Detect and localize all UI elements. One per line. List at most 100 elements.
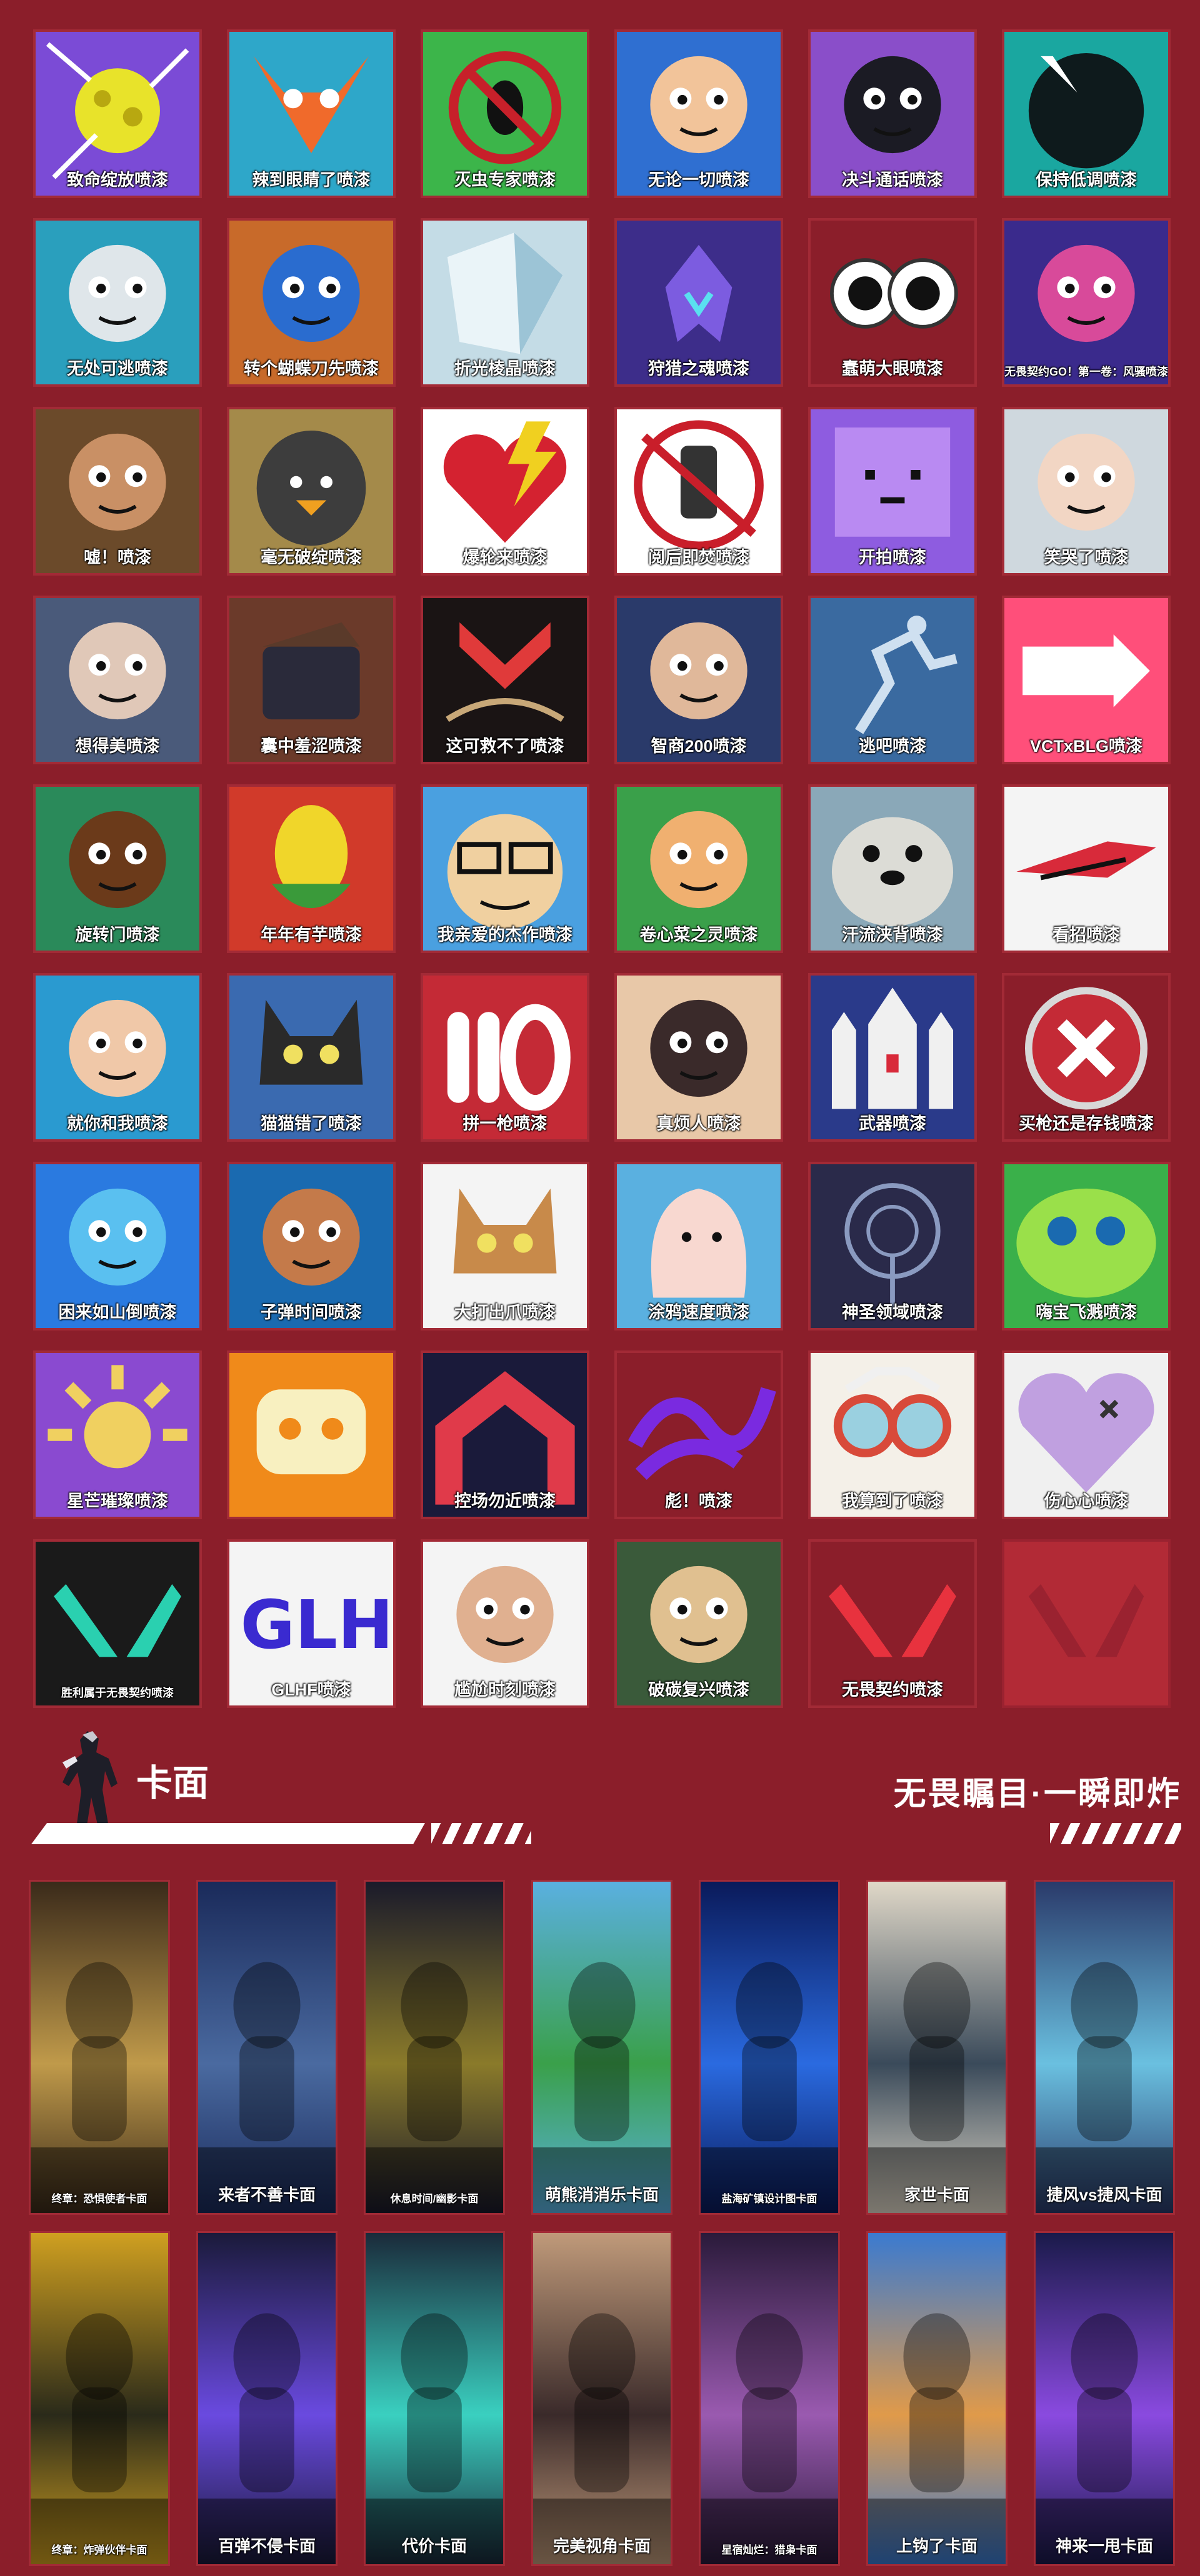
- spray-tile[interactable]: 大打出爪喷漆: [421, 1162, 589, 1330]
- spray-label: 子弹时间喷漆: [261, 1303, 362, 1322]
- section-slogan: 无畏瞩目·一瞬即炸: [893, 1776, 1181, 1812]
- spray-label: 看招喷漆: [1052, 926, 1120, 944]
- spray-tile[interactable]: 伤心心喷漆: [1002, 1350, 1171, 1519]
- card-label: 星宿灿烂：猎枭卡面: [721, 2544, 818, 2556]
- spray-tile[interactable]: 拼一枪喷漆: [421, 973, 589, 1142]
- spray-tile[interactable]: 尴尬时刻喷漆: [421, 1539, 589, 1708]
- spray-tile[interactable]: 这可救不了喷漆: [421, 596, 589, 764]
- player-card[interactable]: 终章：恐惧使者卡面: [29, 1880, 170, 2215]
- spray-label: 想得美喷漆: [75, 737, 160, 756]
- spray-tile[interactable]: 无处可逃喷漆: [33, 218, 202, 387]
- spray-label: 胜利属于无畏契约喷漆: [61, 1687, 174, 1699]
- spray-label: 汗流浃背喷漆: [842, 926, 943, 944]
- card-art-icon: [533, 2233, 671, 2564]
- player-card[interactable]: 百弹不侵卡面: [196, 2231, 338, 2566]
- player-card[interactable]: 休息时间/幽影卡面: [364, 1880, 505, 2215]
- spray-tile[interactable]: 辣到眼睛了喷漆: [227, 29, 396, 198]
- spray-tile[interactable]: GLH GLHF喷漆: [227, 1539, 396, 1708]
- spray-tile[interactable]: 想得美喷漆: [33, 596, 202, 764]
- spray-label: 武器喷漆: [859, 1114, 926, 1133]
- spray-tile[interactable]: 困来如山倒喷漆: [33, 1162, 202, 1330]
- spray-tile[interactable]: 转个蝴蝶刀先喷漆: [227, 218, 396, 387]
- player-card[interactable]: 来者不善卡面: [196, 1880, 338, 2215]
- spray-tile[interactable]: 汗流浃背喷漆: [808, 784, 977, 953]
- card-art-icon: [198, 1882, 336, 2213]
- spray-label: 猫猫错了喷漆: [261, 1114, 362, 1133]
- spray-label: 逃吧喷漆: [859, 737, 926, 756]
- spray-tile[interactable]: 破碳复兴喷漆: [614, 1539, 783, 1708]
- spray-label: 就你和我喷漆: [67, 1114, 168, 1133]
- card-art-icon: [31, 1882, 168, 2213]
- spray-tile[interactable]: 逃吧喷漆: [808, 596, 977, 764]
- card-art-icon: [31, 2233, 168, 2564]
- player-card[interactable]: 盐海矿镇设计图卡面: [699, 1880, 840, 2215]
- player-card[interactable]: 星宿灿烂：猎枭卡面: [699, 2231, 840, 2566]
- player-card[interactable]: 家世卡面: [866, 1880, 1008, 2215]
- spray-tile[interactable]: 年年有芋喷漆: [227, 784, 396, 953]
- spray-label: 辣到眼睛了喷漆: [252, 171, 371, 189]
- spray-tile[interactable]: 看招喷漆: [1002, 784, 1171, 953]
- spray-tile[interactable]: 毫无破绽喷漆: [227, 407, 396, 576]
- card-art-icon: [366, 2233, 503, 2564]
- spray-tile[interactable]: 决斗通话喷漆: [808, 29, 977, 198]
- spray-tile[interactable]: 无畏契约喷漆: [808, 1539, 977, 1708]
- player-card[interactable]: 神来一甩卡面: [1034, 2231, 1175, 2566]
- spray-tile[interactable]: 嘘！喷漆: [33, 407, 202, 576]
- player-card[interactable]: 萌熊消消乐卡面: [531, 1880, 672, 2215]
- spray-tile[interactable]: 神圣领域喷漆: [808, 1162, 977, 1330]
- spray-tile[interactable]: 就你和我喷漆: [33, 973, 202, 1142]
- spray-label: 转个蝴蝶刀先喷漆: [244, 359, 379, 378]
- spray-tile[interactable]: 旋转门喷漆: [33, 784, 202, 953]
- spray-tile[interactable]: VCTxBLG喷漆: [1002, 596, 1171, 764]
- spray-tile[interactable]: 无畏契约GO！第一卷：风骚喷漆: [1002, 218, 1171, 387]
- spray-label: 决斗通话喷漆: [842, 171, 943, 189]
- spray-tile[interactable]: 武器喷漆: [808, 973, 977, 1142]
- spray-tile[interactable]: 阅后即焚喷漆: [614, 407, 783, 576]
- spray-tile[interactable]: 囊中羞涩喷漆: [227, 596, 396, 764]
- card-art-icon: [868, 1882, 1006, 2213]
- spray-tile[interactable]: 无论一切喷漆: [614, 29, 783, 198]
- spray-tile[interactable]: [227, 1350, 396, 1519]
- spray-tile[interactable]: 我亲爱的杰作喷漆: [421, 784, 589, 953]
- spray-label: 致命绽放喷漆: [67, 171, 168, 189]
- spray-tile[interactable]: 笑哭了喷漆: [1002, 407, 1171, 576]
- player-card[interactable]: 完美视角卡面: [531, 2231, 672, 2566]
- card-label: 终章：炸弹伙伴卡面: [51, 2544, 148, 2556]
- card-art-icon: [366, 1882, 503, 2213]
- spray-tile[interactable]: 我算到了喷漆: [808, 1350, 977, 1519]
- spray-label: 阅后即焚喷漆: [648, 548, 749, 567]
- slogan-stripes: [1050, 1823, 1181, 1844]
- spray-tile[interactable]: 买枪还是存钱喷漆: [1002, 973, 1171, 1142]
- spray-tile[interactable]: 爆轮来喷漆: [421, 407, 589, 576]
- card-label: 完美视角卡面: [552, 2537, 651, 2555]
- spray-tile[interactable]: 智商200喷漆: [614, 596, 783, 764]
- spray-tile[interactable]: 狩猎之魂喷漆: [614, 218, 783, 387]
- spray-tile[interactable]: 保持低调喷漆: [1002, 29, 1171, 198]
- card-label: 休息时间/幽影卡面: [390, 2193, 479, 2205]
- player-card[interactable]: 捷风vs捷风卡面: [1034, 1880, 1175, 2215]
- spray-tile[interactable]: 折光棱晶喷漆: [421, 218, 589, 387]
- spray-tile[interactable]: 胜利属于无畏契约喷漆: [33, 1539, 202, 1708]
- player-card[interactable]: 上钩了卡面: [866, 2231, 1008, 2566]
- spray-label: 笑哭了喷漆: [1044, 548, 1129, 567]
- spray-tile[interactable]: 控场勿近喷漆: [421, 1350, 589, 1519]
- spray-tile[interactable]: [1002, 1539, 1171, 1708]
- spray-tile[interactable]: 子弹时间喷漆: [227, 1162, 396, 1330]
- spray-tile[interactable]: 蠢萌大眼喷漆: [808, 218, 977, 387]
- spray-label: 年年有芋喷漆: [261, 926, 362, 944]
- spray-tile[interactable]: 开拍喷漆: [808, 407, 977, 576]
- spray-tile[interactable]: 嗨宝飞溅喷漆: [1002, 1162, 1171, 1330]
- spray-tile[interactable]: 星芒璀璨喷漆: [33, 1350, 202, 1519]
- spray-tile[interactable]: 猫猫错了喷漆: [227, 973, 396, 1142]
- spray-tile[interactable]: 灭虫专家喷漆: [421, 29, 589, 198]
- spray-label: 拼一枪喷漆: [462, 1114, 548, 1133]
- spray-tile[interactable]: 致命绽放喷漆: [33, 29, 202, 198]
- spray-tile[interactable]: 真烦人喷漆: [614, 973, 783, 1142]
- player-card[interactable]: 代价卡面: [364, 2231, 505, 2566]
- spray-tile[interactable]: 卷心菜之灵喷漆: [614, 784, 783, 953]
- card-art-icon: [198, 2233, 336, 2564]
- spray-tile[interactable]: 涂鸦速度喷漆: [614, 1162, 783, 1330]
- spray-tile[interactable]: 彪！喷漆: [614, 1350, 783, 1519]
- player-card[interactable]: 终章：炸弹伙伴卡面: [29, 2231, 170, 2566]
- spray-label: 开拍喷漆: [859, 548, 926, 567]
